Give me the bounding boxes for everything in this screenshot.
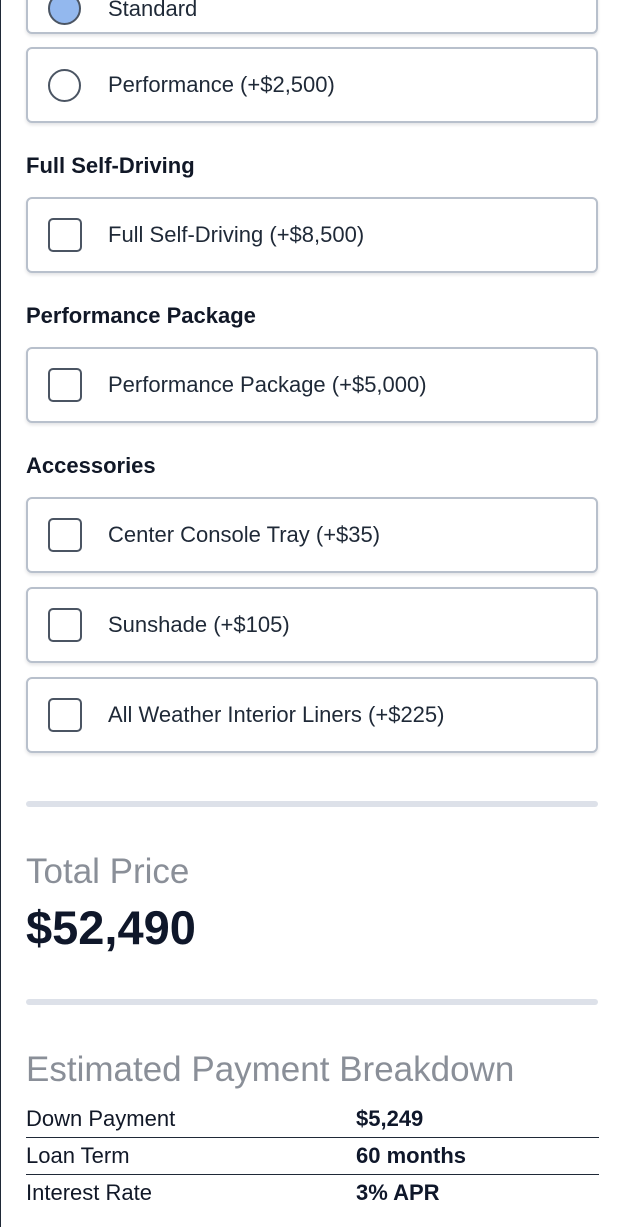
table-row: Loan Term 60 months [26,1137,599,1175]
performance-package-heading: Performance Package [26,303,256,328]
motor-option-label: Standard [108,0,198,21]
accessory-option-all-weather-liners[interactable]: All Weather Interior Liners (+$225) [26,677,598,753]
payment-breakdown-title: Estimated Payment Breakdown [26,1050,515,1089]
breakdown-key: Interest Rate [26,1180,152,1205]
performance-package-option-label: Performance Package (+$5,000) [108,372,427,397]
checkbox-unchecked-icon[interactable] [48,368,82,402]
breakdown-value: $5,249 [356,1101,599,1138]
total-price-label: Total Price [26,852,190,891]
radio-selected-icon[interactable] [48,0,81,25]
accessory-option-sunshade[interactable]: Sunshade (+$105) [26,587,598,663]
breakdown-value: 3% APR [356,1180,440,1205]
radio-unselected-icon[interactable] [48,68,81,102]
section-divider [26,801,598,807]
breakdown-value: 60 months [356,1137,599,1175]
checkbox-unchecked-icon[interactable] [48,518,82,552]
accessory-option-label: Sunshade (+$105) [108,612,290,637]
accessory-option-label: All Weather Interior Liners (+$225) [108,702,445,727]
performance-package-option[interactable]: Performance Package (+$5,000) [26,347,598,423]
full-self-driving-heading: Full Self-Driving [26,153,195,178]
checkbox-unchecked-icon[interactable] [48,218,82,252]
full-self-driving-option[interactable]: Full Self-Driving (+$8,500) [26,197,598,273]
motor-option-performance[interactable]: Performance (+$2,500) [26,47,598,123]
motor-option-label: Performance (+$2,500) [108,72,335,97]
payment-breakdown-table: Down Payment $5,249 Loan Term 60 months … [26,1101,599,1211]
motor-option-standard[interactable]: Standard [26,0,598,34]
section-divider [26,999,598,1005]
table-row: Interest Rate 3% APR [26,1175,599,1212]
breakdown-key: Down Payment [26,1101,356,1138]
total-price-value: $52,490 [26,901,196,954]
table-row: Down Payment $5,249 [26,1101,599,1138]
accessory-option-label: Center Console Tray (+$35) [108,522,381,547]
accessories-heading: Accessories [26,453,156,478]
accessory-option-center-console-tray[interactable]: Center Console Tray (+$35) [26,497,598,573]
configurator-page: Standard Performance (+$2,500) Full Self… [0,0,617,1227]
breakdown-key: Loan Term [26,1137,356,1175]
checkbox-unchecked-icon[interactable] [48,698,82,732]
full-self-driving-option-label: Full Self-Driving (+$8,500) [108,222,365,247]
checkbox-unchecked-icon[interactable] [48,608,82,642]
